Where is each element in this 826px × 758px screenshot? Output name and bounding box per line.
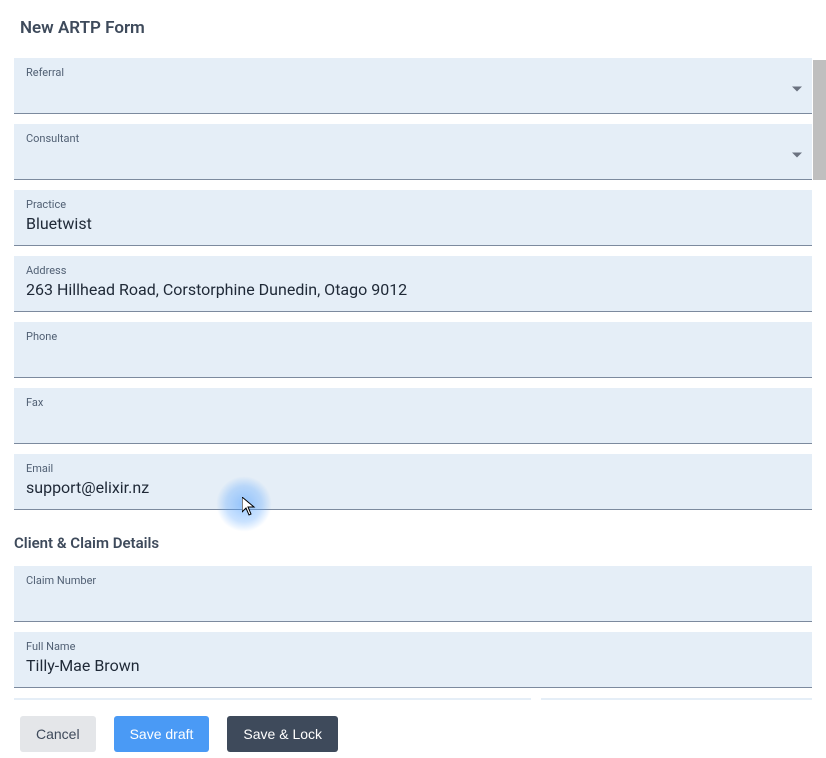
- email-value: support@elixir.nz: [26, 477, 800, 499]
- address-label: Address: [26, 264, 800, 277]
- address-value: 263 Hillhead Road, Corstorphine Dunedin,…: [26, 279, 800, 301]
- cancel-button[interactable]: Cancel: [20, 716, 96, 752]
- claim-number-field[interactable]: Claim Number: [14, 566, 812, 622]
- phone-label: Phone: [26, 330, 800, 343]
- full-name-label: Full Name: [26, 640, 800, 653]
- full-name-value: Tilly-Mae Brown: [26, 655, 800, 677]
- email-field[interactable]: Email support@elixir.nz: [14, 454, 812, 510]
- section-client-claim-title: Client & Claim Details: [14, 520, 812, 566]
- phone-value: [26, 345, 800, 367]
- dob-field[interactable]: Date of Birth 10/05/2002: [541, 698, 812, 700]
- practice-label: Practice: [26, 198, 800, 211]
- client-address-field[interactable]: Address 11 Caledonian Road, Saint Albans…: [14, 698, 531, 700]
- full-name-field[interactable]: Full Name Tilly-Mae Brown: [14, 632, 812, 688]
- save-draft-button[interactable]: Save draft: [114, 716, 210, 752]
- referral-label: Referral: [26, 66, 800, 79]
- form-scroll-area[interactable]: New ARTP Form Referral Consultant Practi…: [0, 0, 826, 700]
- button-bar: Cancel Save draft Save & Lock: [0, 710, 826, 758]
- practice-field[interactable]: Practice Bluetwist: [14, 190, 812, 246]
- address-field[interactable]: Address 263 Hillhead Road, Corstorphine …: [14, 256, 812, 312]
- scrollbar-thumb[interactable]: [813, 60, 826, 180]
- form-container: Referral Consultant Practice Bluetwist A…: [0, 58, 826, 700]
- consultant-label: Consultant: [26, 132, 800, 145]
- consultant-select[interactable]: Consultant: [14, 124, 812, 180]
- referral-select[interactable]: Referral: [14, 58, 812, 114]
- fax-label: Fax: [26, 396, 800, 409]
- practice-value: Bluetwist: [26, 213, 800, 235]
- claim-number-label: Claim Number: [26, 574, 800, 587]
- phone-field[interactable]: Phone: [14, 322, 812, 378]
- page-title: New ARTP Form: [0, 0, 826, 58]
- fax-value: [26, 411, 800, 433]
- email-label: Email: [26, 462, 800, 475]
- save-lock-button[interactable]: Save & Lock: [227, 716, 338, 752]
- claim-number-value: [26, 589, 800, 611]
- fax-field[interactable]: Fax: [14, 388, 812, 444]
